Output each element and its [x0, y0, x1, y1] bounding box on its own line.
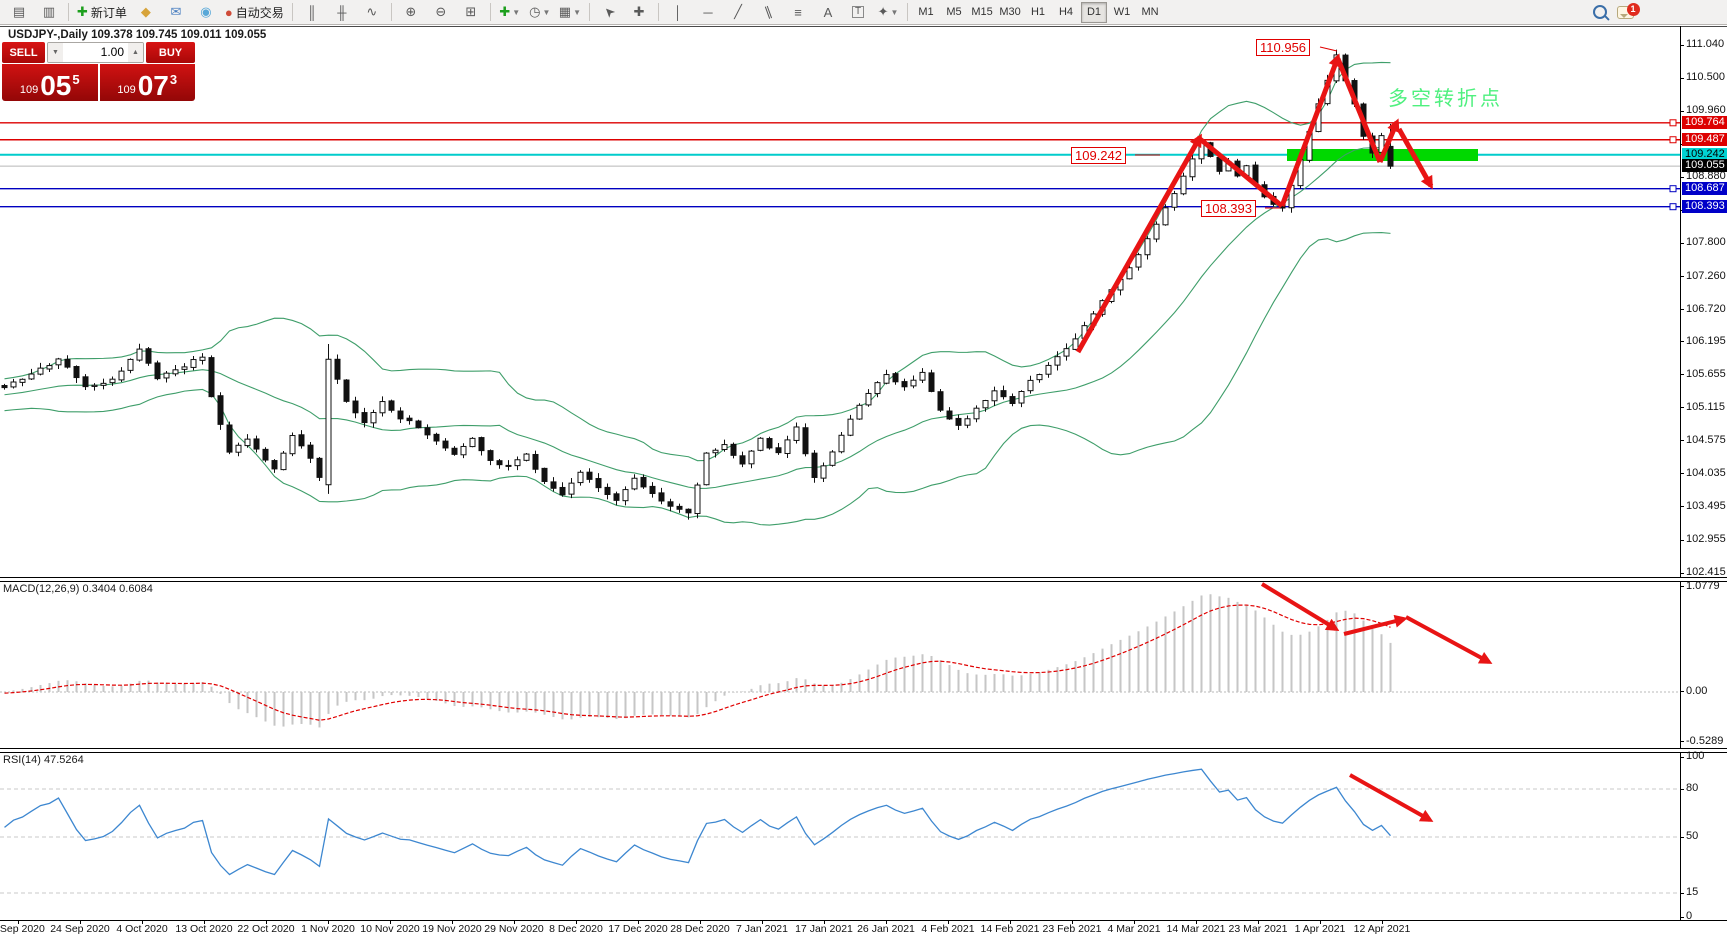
- trend-arrow[interactable]: [1078, 137, 1200, 352]
- buy-price-handle: 109: [117, 84, 135, 96]
- rsi-pane[interactable]: [0, 769, 1680, 893]
- rsi-line[interactable]: [5, 769, 1391, 874]
- macd-histogram: [5, 594, 1391, 727]
- hline-handle[interactable]: [1670, 204, 1676, 210]
- mt4-application: ▤▥✚新订单◆✉◉●自动交易║╫∿⊕⊖⊞✚▼◷▼▦▼➤✚│─╱∥≡AT✦▼M1M…: [0, 0, 1727, 941]
- trend-arrow[interactable]: [1200, 139, 1282, 206]
- buy-button[interactable]: BUY: [146, 42, 195, 63]
- buy-price-pip: 3: [170, 72, 177, 87]
- lot-stepper: ▼ 1.00 ▲: [47, 42, 144, 63]
- lot-increase-button[interactable]: ▲: [128, 43, 143, 62]
- trend-arrow[interactable]: [1338, 59, 1380, 162]
- sell-price[interactable]: 109 05 5: [2, 64, 98, 101]
- main-pane[interactable]: [0, 47, 1680, 525]
- hline-handle[interactable]: [1670, 137, 1676, 143]
- buy-price-big: 07: [138, 73, 169, 99]
- chart-title: USDJPY-,Daily 109.378 109.745 109.011 10…: [8, 29, 266, 41]
- candles: [2, 50, 1393, 520]
- sell-price-pip: 5: [72, 72, 79, 87]
- hline-handle[interactable]: [1670, 186, 1676, 192]
- macd-pane[interactable]: [0, 584, 1680, 727]
- sell-price-big: 05: [40, 73, 71, 99]
- trend-arrow[interactable]: [1406, 617, 1489, 662]
- sell-button[interactable]: SELL: [2, 42, 45, 63]
- trend-arrow[interactable]: [1350, 775, 1430, 820]
- price-axis-line: [1680, 26, 1681, 920]
- lot-input[interactable]: 1.00: [63, 43, 128, 62]
- lot-decrease-button[interactable]: ▼: [48, 43, 63, 62]
- sell-price-handle: 109: [20, 84, 38, 96]
- one-click-trading-panel: SELL ▼ 1.00 ▲ BUY 109 05 5 109 07 3: [2, 42, 195, 101]
- pane-separator-macd[interactable]: [0, 577, 1727, 582]
- buy-price[interactable]: 109 07 3: [100, 64, 196, 101]
- hline-handle[interactable]: [1670, 120, 1676, 126]
- date-axis-line: [0, 920, 1727, 921]
- trend-arrow[interactable]: [1282, 57, 1338, 206]
- pane-separator-rsi[interactable]: [0, 748, 1727, 753]
- chart-plot[interactable]: [0, 0, 1727, 941]
